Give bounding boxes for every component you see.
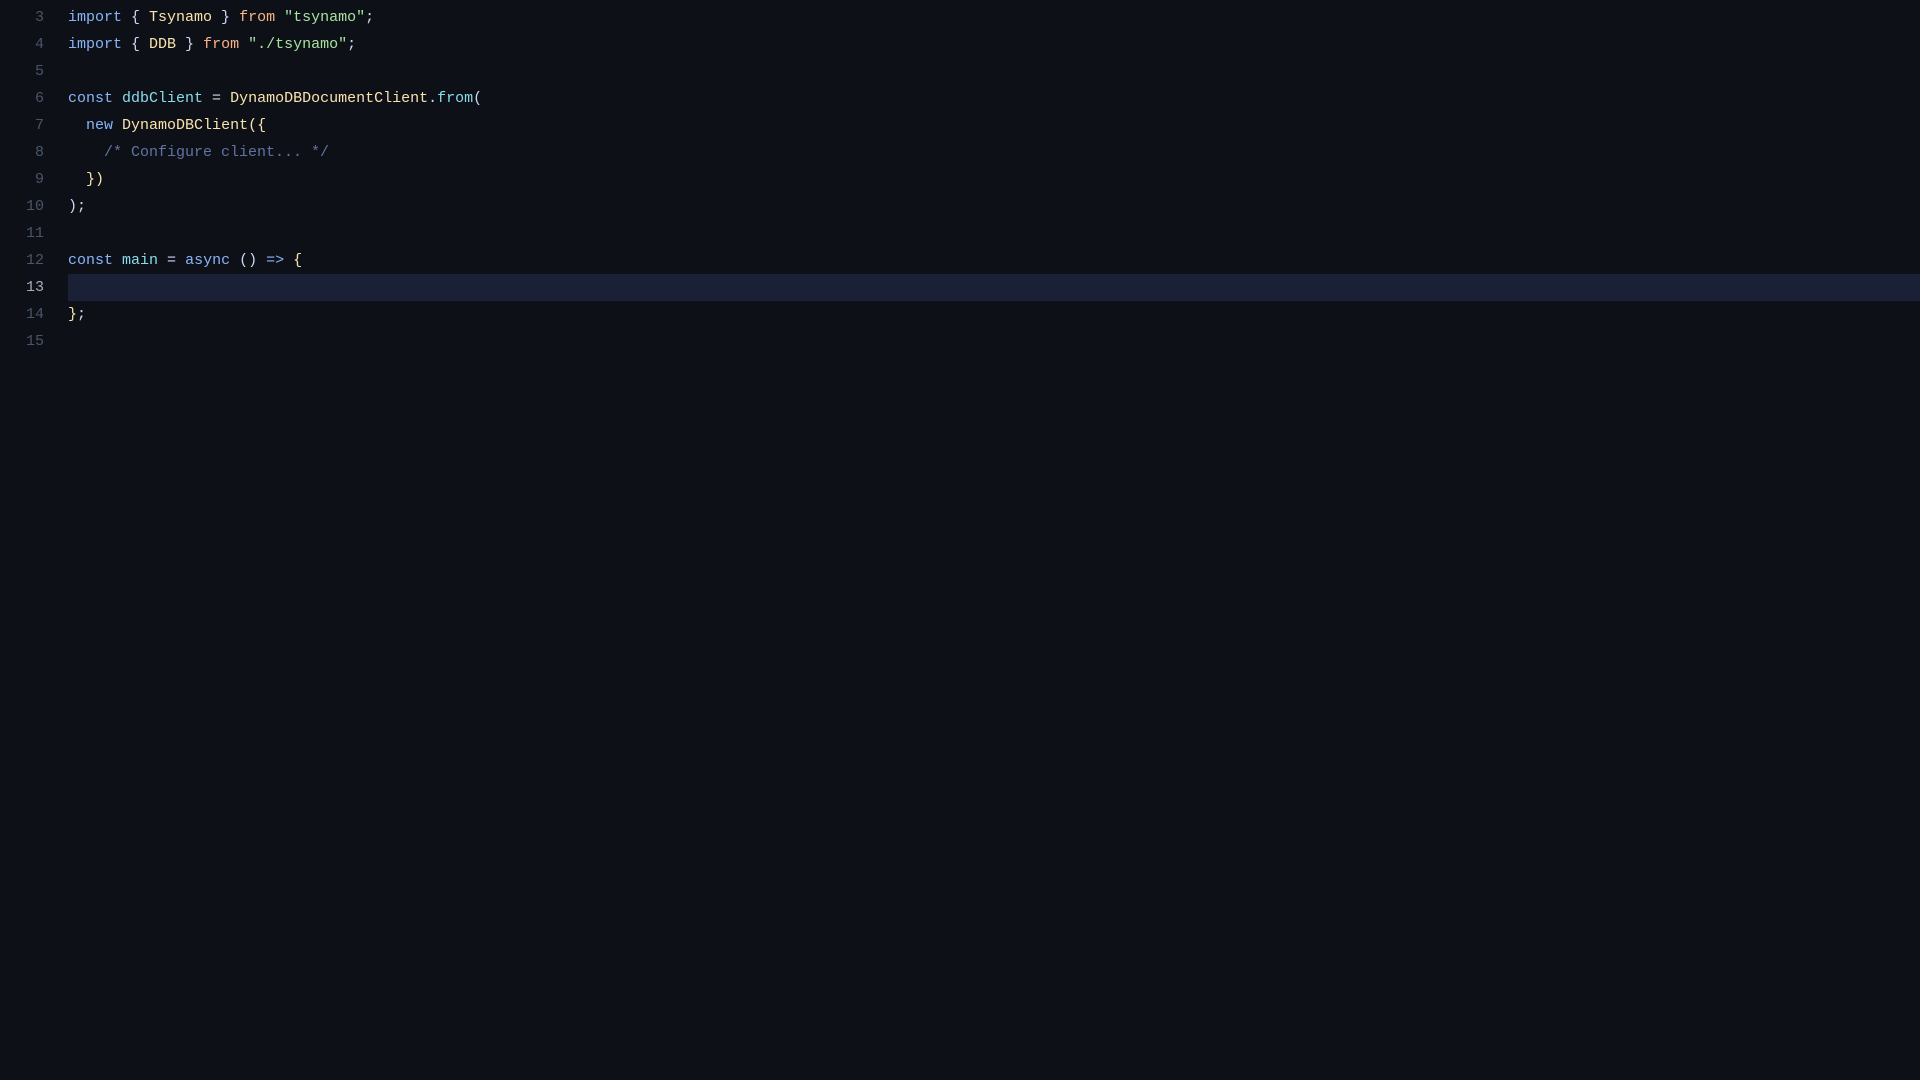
line-number-3: 3	[16, 4, 44, 31]
line-number-6: 6	[16, 85, 44, 112]
code-line-7: new DynamoDBClient({	[68, 112, 1920, 139]
line-number-7: 7	[16, 112, 44, 139]
line-number-5: 5	[16, 58, 44, 85]
code-line-5	[68, 58, 1920, 85]
code-line-15	[68, 328, 1920, 355]
line-number-9: 9	[16, 166, 44, 193]
line-number-14: 14	[16, 301, 44, 328]
code-line-10: );	[68, 193, 1920, 220]
code-line-14: };	[68, 301, 1920, 328]
code-line-3: import { Tsynamo } from "tsynamo";	[68, 4, 1920, 31]
line-number-10: 10	[16, 193, 44, 220]
line-numbers: 3456789101112131415	[0, 4, 60, 1080]
code-line-8: /* Configure client... */	[68, 139, 1920, 166]
code-line-13	[68, 274, 1920, 301]
code-line-6: const ddbClient = DynamoDBDocumentClient…	[68, 85, 1920, 112]
code-line-4: import { DDB } from "./tsynamo";	[68, 31, 1920, 58]
code-editor: 3456789101112131415 import { Tsynamo } f…	[0, 0, 1920, 1080]
line-number-12: 12	[16, 247, 44, 274]
line-number-8: 8	[16, 139, 44, 166]
code-line-11	[68, 220, 1920, 247]
line-number-15: 15	[16, 328, 44, 355]
code-content[interactable]: import { Tsynamo } from "tsynamo";import…	[60, 4, 1920, 1080]
line-number-4: 4	[16, 31, 44, 58]
code-line-12: const main = async () => {	[68, 247, 1920, 274]
code-line-9: })	[68, 166, 1920, 193]
line-number-11: 11	[16, 220, 44, 247]
line-number-13: 13	[16, 274, 44, 301]
